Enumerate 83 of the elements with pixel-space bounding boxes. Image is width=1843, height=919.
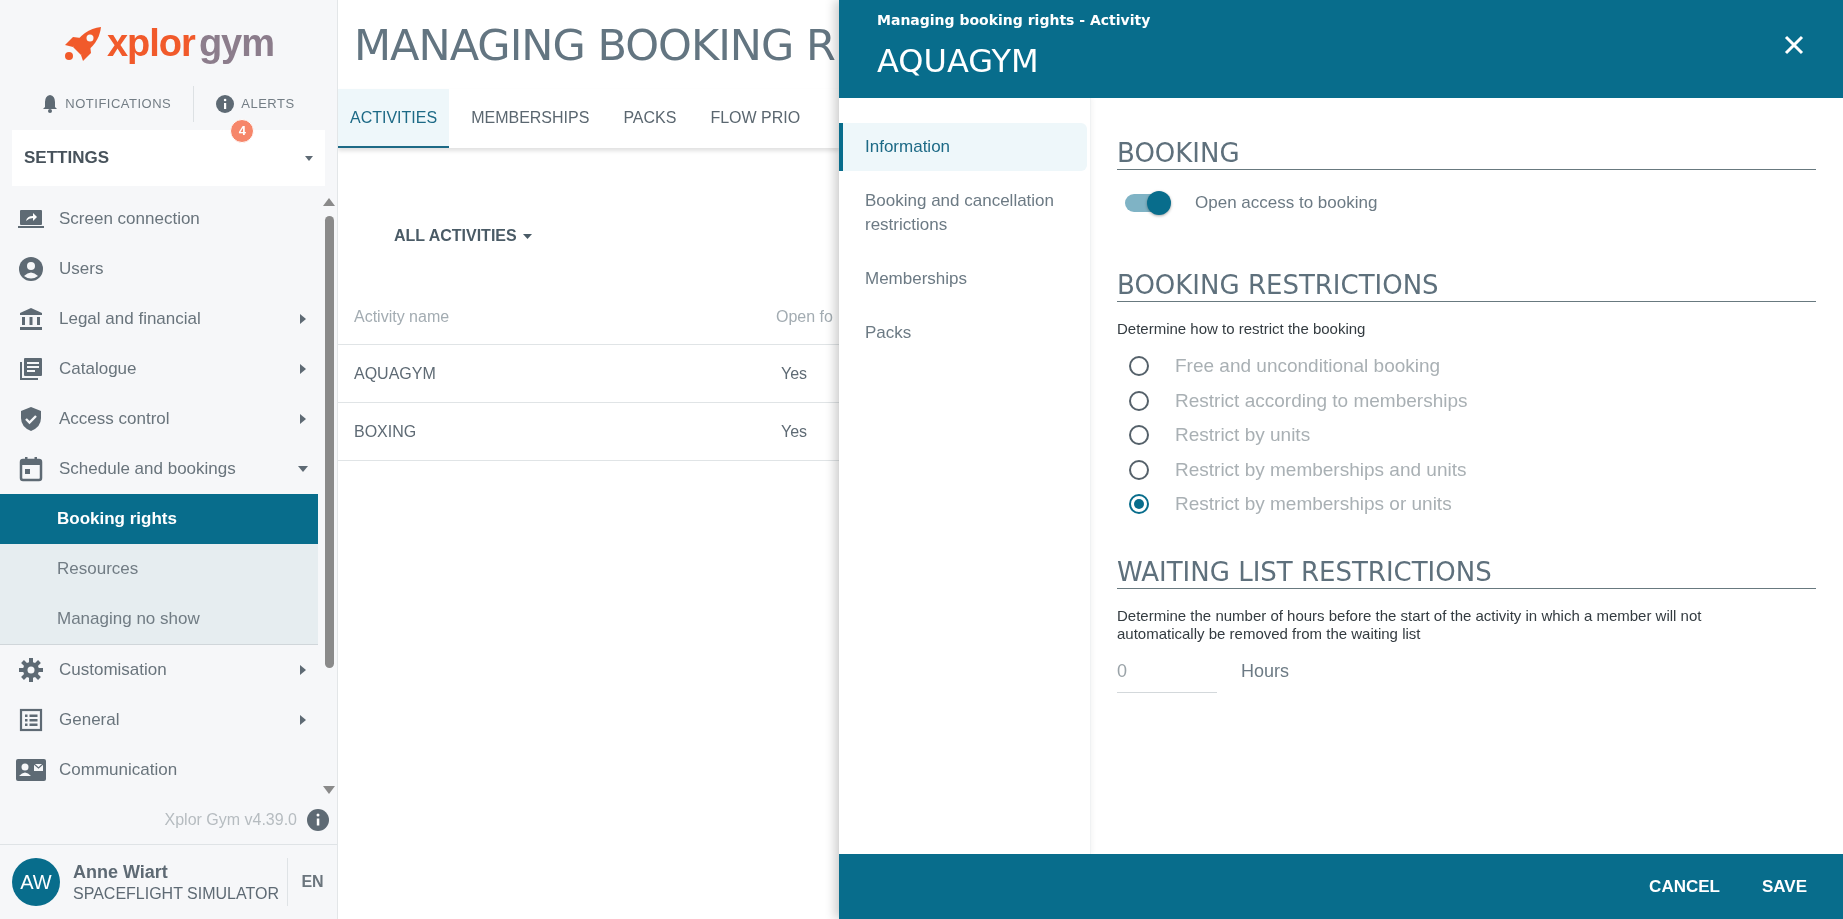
user-name: Anne Wiart xyxy=(73,861,169,883)
sidebar-item[interactable]: Access control xyxy=(0,394,318,445)
screen-share-icon xyxy=(17,208,44,231)
radio-button[interactable] xyxy=(1129,425,1149,446)
nav-item[interactable]: Memberships xyxy=(839,255,1087,303)
caret-icon xyxy=(305,155,313,161)
chevron-right-icon xyxy=(300,414,306,425)
option-label: Restrict by units xyxy=(1175,424,1311,447)
description: Determine how to restrict the booking xyxy=(1117,320,1367,338)
table-cell: Yes xyxy=(781,364,808,382)
table-cell: Yes xyxy=(781,422,808,440)
chevron-right-icon xyxy=(300,364,306,375)
caret-icon xyxy=(298,466,308,473)
filter-dropdown[interactable]: ALL ACTIVITIES xyxy=(394,218,532,254)
contact-card-icon xyxy=(15,759,46,782)
sidebar-item[interactable]: Schedule and bookings xyxy=(0,444,318,495)
list-icon xyxy=(18,708,43,733)
radio-button[interactable] xyxy=(1129,459,1149,480)
tab[interactable]: MEMBERSHIPS xyxy=(459,89,602,148)
description: Determine the number of hours before the start of the activity in which a member will not automatically be removed from the waiting list xyxy=(1117,606,1703,643)
submenu-item[interactable]: Booking rights xyxy=(0,494,318,545)
cancel-button[interactable]: CANCEL xyxy=(1633,866,1736,907)
submenu-item[interactable]: Managing no show xyxy=(0,594,318,645)
catalogue-icon xyxy=(18,357,43,382)
radio-button[interactable] xyxy=(1129,494,1149,515)
column-header: Open fo xyxy=(776,308,833,325)
caret-icon xyxy=(522,233,532,239)
panel-title: AQUAGYM xyxy=(877,42,1039,80)
bank-icon xyxy=(18,307,43,332)
bell-icon xyxy=(42,94,59,114)
radio-button[interactable] xyxy=(1129,356,1149,377)
avatar: AW xyxy=(12,858,60,907)
page-title: MANAGING BOOKING R xyxy=(353,18,836,72)
shield-check-icon xyxy=(18,406,43,433)
company-name: SPACEFLIGHT SIMULATOR xyxy=(73,884,279,903)
nav-item[interactable]: Booking and cancellation restrictions xyxy=(839,177,1087,249)
section-heading: BOOKING xyxy=(1117,137,1816,170)
toggle-label: Open access to booking xyxy=(1195,193,1378,213)
chevron-right-icon xyxy=(300,665,306,676)
count-badge: 4 xyxy=(230,118,255,143)
calendar-icon xyxy=(18,456,43,483)
sidebar-item[interactable]: Legal and financial xyxy=(0,294,318,345)
chevron-right-icon xyxy=(300,314,306,325)
unit-label: Hours xyxy=(1241,660,1289,683)
option-label: Restrict by memberships or units xyxy=(1175,493,1452,516)
panel-subtitle: Managing booking rights - Activity xyxy=(877,12,1151,28)
toggle-switch[interactable] xyxy=(1125,194,1169,212)
info-icon xyxy=(216,94,235,113)
option-label: Restrict by memberships and units xyxy=(1175,458,1467,481)
sidebar-item[interactable]: Customisation xyxy=(0,645,318,696)
scroll-down-icon[interactable] xyxy=(323,786,335,795)
table-cell: AQUAGYM xyxy=(354,364,436,382)
brand-name: xplor xyxy=(106,22,195,66)
save-button[interactable]: SAVE xyxy=(1745,866,1823,907)
option-label: Free and unconditional booking xyxy=(1175,355,1441,378)
section-heading: WAITING LIST RESTRICTIONS xyxy=(1117,555,1816,589)
sidebar-item[interactable]: Users xyxy=(0,244,318,295)
column-header: Activity name xyxy=(354,308,450,325)
sidebar-item[interactable]: Catalogue xyxy=(0,344,318,395)
chevron-right-icon xyxy=(300,715,306,726)
sidebar-item[interactable]: Screen connection xyxy=(0,194,318,245)
version-label: Xplor Gym v4.39.0 xyxy=(164,810,297,829)
user-icon xyxy=(17,256,44,283)
sidebar-item[interactable]: General xyxy=(0,695,318,746)
radio-button[interactable] xyxy=(1129,390,1149,411)
nav-item[interactable]: Information xyxy=(839,123,1087,171)
tab[interactable]: PACKS xyxy=(611,89,689,148)
rocket-icon xyxy=(62,26,103,61)
nav-item[interactable]: Packs xyxy=(839,309,1087,357)
notifications-link[interactable]: NOTIFICATIONS xyxy=(20,94,194,114)
scroll-up-icon[interactable] xyxy=(323,198,335,207)
submenu-item[interactable]: Resources xyxy=(0,544,318,595)
option-label: Restrict according to memberships xyxy=(1175,389,1468,412)
info-icon[interactable] xyxy=(307,808,329,831)
sidebar-item[interactable]: Communication xyxy=(0,745,318,796)
tab[interactable]: FLOW PRIO xyxy=(698,89,813,148)
tab[interactable]: ACTIVITIES xyxy=(338,89,450,148)
table-cell: BOXING xyxy=(354,422,417,440)
alerts-link[interactable]: ALERTS xyxy=(194,94,317,113)
section-heading: BOOKING RESTRICTIONS xyxy=(1117,269,1816,302)
scrollbar-thumb[interactable] xyxy=(325,216,334,669)
product-name: gym xyxy=(198,22,274,66)
language-button[interactable]: EN xyxy=(287,858,337,907)
